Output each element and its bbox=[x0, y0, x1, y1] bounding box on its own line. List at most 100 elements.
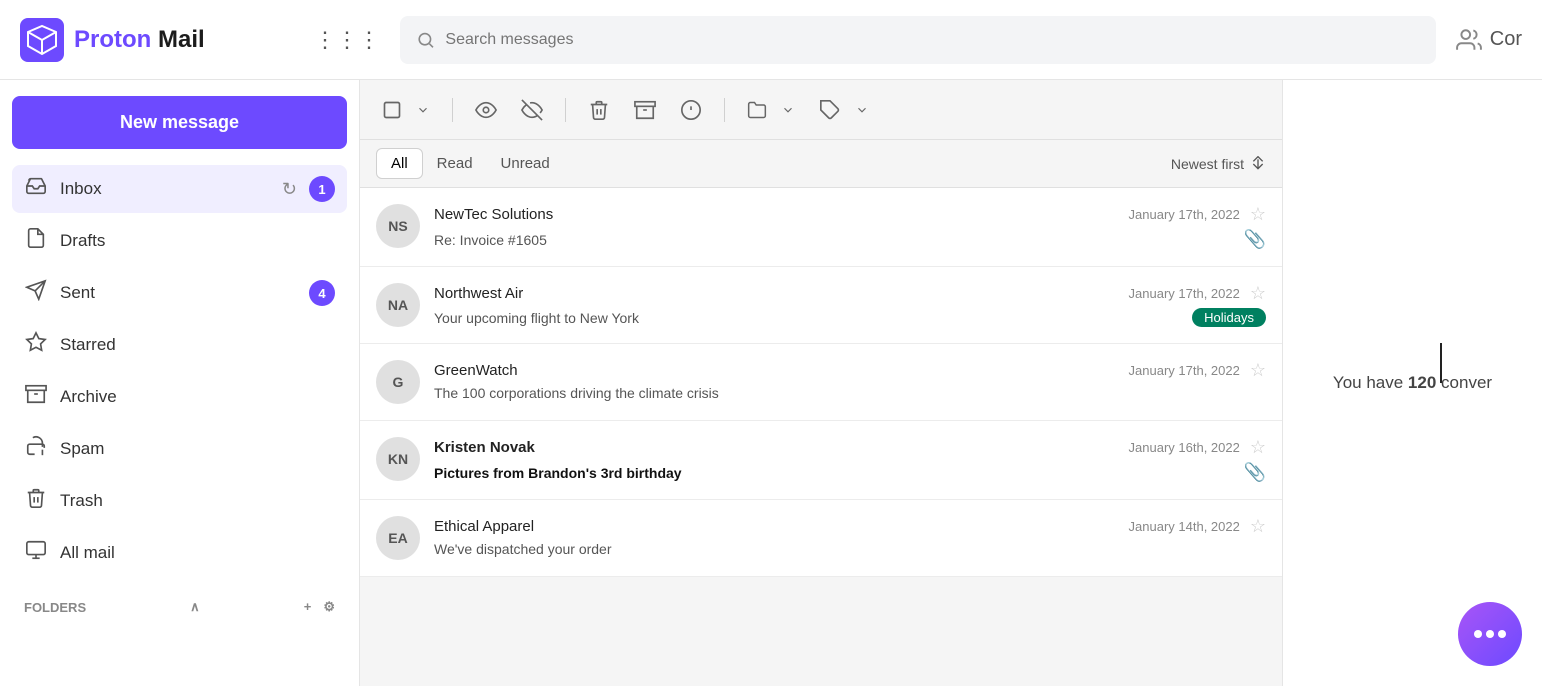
grid-menu-icon[interactable]: ⋮⋮⋮ bbox=[314, 27, 380, 53]
toolbar-sep-3 bbox=[724, 98, 725, 122]
drafts-label: Drafts bbox=[60, 231, 335, 251]
label-dropdown[interactable] bbox=[849, 97, 875, 123]
sidebar-item-starred[interactable]: Starred bbox=[12, 321, 347, 369]
attachment-icon: 📎 bbox=[1244, 462, 1266, 483]
sidebar-item-all-mail[interactable]: All mail bbox=[12, 529, 347, 577]
email-item[interactable]: G GreenWatch January 17th, 2022 ☆ The 10… bbox=[360, 344, 1282, 421]
email-date: January 17th, 2022 bbox=[1129, 363, 1240, 378]
move-folder-button[interactable] bbox=[741, 94, 773, 126]
email-header: Ethical Apparel January 14th, 2022 ☆ bbox=[434, 516, 1266, 537]
email-footer: We've dispatched your order bbox=[434, 541, 1266, 557]
email-meta: January 17th, 2022 ☆ bbox=[1129, 360, 1266, 381]
email-date: January 17th, 2022 bbox=[1129, 207, 1240, 222]
sidebar-item-inbox[interactable]: Inbox ↻ 1 bbox=[12, 165, 347, 213]
logo-text: Proton Mail bbox=[74, 26, 205, 54]
search-bar bbox=[400, 16, 1436, 64]
logo-area: Proton Mail ⋮⋮⋮ bbox=[20, 18, 380, 62]
add-folder-icon[interactable]: + bbox=[304, 599, 312, 615]
folders-label: FOLDERS bbox=[24, 600, 86, 615]
email-header: GreenWatch January 17th, 2022 ☆ bbox=[434, 360, 1266, 381]
label-button[interactable] bbox=[813, 93, 847, 127]
filter-bar: All Read Unread Newest first bbox=[360, 140, 1282, 188]
email-content: Kristen Novak January 16th, 2022 ☆ Pictu… bbox=[434, 437, 1266, 483]
email-content: Ethical Apparel January 14th, 2022 ☆ We'… bbox=[434, 516, 1266, 557]
contacts-icon bbox=[1456, 27, 1482, 53]
drafts-icon bbox=[24, 227, 48, 255]
filter-all[interactable]: All bbox=[376, 148, 423, 179]
sort-button[interactable]: Newest first bbox=[1171, 156, 1266, 172]
avatar: G bbox=[376, 360, 420, 404]
right-panel-text: You have 120 conver bbox=[1313, 353, 1512, 413]
email-subject: The 100 corporations driving the climate… bbox=[434, 385, 719, 401]
email-item[interactable]: NA Northwest Air January 17th, 2022 ☆ Yo… bbox=[360, 267, 1282, 344]
email-item[interactable]: NS NewTec Solutions January 17th, 2022 ☆… bbox=[360, 188, 1282, 267]
new-message-button[interactable]: New message bbox=[12, 96, 347, 149]
email-meta: January 16th, 2022 ☆ bbox=[1129, 437, 1266, 458]
email-item[interactable]: EA Ethical Apparel January 14th, 2022 ☆ … bbox=[360, 500, 1282, 577]
email-subject: Pictures from Brandon's 3rd birthday bbox=[434, 465, 682, 481]
email-sender: Ethical Apparel bbox=[434, 518, 534, 535]
star-icon[interactable]: ☆ bbox=[1250, 283, 1266, 304]
move-folder-dropdown[interactable] bbox=[775, 97, 801, 123]
star-icon[interactable]: ☆ bbox=[1250, 437, 1266, 458]
sidebar-item-trash[interactable]: Trash bbox=[12, 477, 347, 525]
email-subject: Your upcoming flight to New York bbox=[434, 310, 639, 326]
inbox-badge: 1 bbox=[309, 176, 335, 202]
sidebar-item-drafts[interactable]: Drafts bbox=[12, 217, 347, 265]
sent-icon bbox=[24, 279, 48, 307]
user-name: Cor bbox=[1490, 28, 1522, 51]
select-dropdown[interactable] bbox=[410, 97, 436, 123]
all-mail-icon bbox=[24, 539, 48, 567]
spam-label: Spam bbox=[60, 439, 335, 459]
avatar: NS bbox=[376, 204, 420, 248]
all-mail-label: All mail bbox=[60, 543, 335, 563]
chat-dot-3 bbox=[1498, 630, 1506, 638]
folders-chevron-icon: ∧ bbox=[190, 599, 200, 615]
avatar: EA bbox=[376, 516, 420, 560]
spam-button[interactable] bbox=[674, 93, 708, 127]
sent-label: Sent bbox=[60, 283, 297, 303]
search-input[interactable] bbox=[445, 31, 1419, 49]
email-sender: Kristen Novak bbox=[434, 439, 535, 456]
email-footer: Your upcoming flight to New York Holiday… bbox=[434, 308, 1266, 327]
email-date: January 14th, 2022 bbox=[1129, 519, 1240, 534]
conversation-text: conver bbox=[1441, 373, 1492, 392]
email-meta: January 17th, 2022 ☆ bbox=[1129, 283, 1266, 304]
mark-read-button[interactable] bbox=[469, 93, 503, 127]
email-sender: NewTec Solutions bbox=[434, 206, 553, 223]
select-checkbox[interactable] bbox=[376, 94, 408, 126]
archive-button[interactable] bbox=[628, 93, 662, 127]
email-header: Northwest Air January 17th, 2022 ☆ bbox=[434, 283, 1266, 304]
email-footer: Pictures from Brandon's 3rd birthday 📎 bbox=[434, 462, 1266, 483]
refresh-icon[interactable]: ↻ bbox=[282, 179, 297, 200]
chat-dot-2 bbox=[1486, 630, 1494, 638]
email-item[interactable]: KN Kristen Novak January 16th, 2022 ☆ Pi… bbox=[360, 421, 1282, 500]
email-date: January 16th, 2022 bbox=[1129, 440, 1240, 455]
sidebar-item-archive[interactable]: Archive bbox=[12, 373, 347, 421]
chat-dot-1 bbox=[1474, 630, 1482, 638]
chat-dots bbox=[1474, 630, 1506, 638]
sent-badge: 4 bbox=[309, 280, 335, 306]
proton-logo-icon bbox=[20, 18, 64, 62]
sidebar-item-sent[interactable]: Sent 4 bbox=[12, 269, 347, 317]
email-meta: January 14th, 2022 ☆ bbox=[1129, 516, 1266, 537]
star-icon[interactable]: ☆ bbox=[1250, 204, 1266, 225]
email-footer: The 100 corporations driving the climate… bbox=[434, 385, 1266, 401]
cursor-line bbox=[1440, 343, 1442, 383]
filter-read[interactable]: Read bbox=[423, 149, 487, 178]
folders-actions: + ⚙ bbox=[304, 599, 335, 615]
conversation-count: 120 bbox=[1408, 373, 1436, 392]
filter-unread[interactable]: Unread bbox=[487, 149, 564, 178]
archive-icon bbox=[24, 383, 48, 411]
star-icon[interactable]: ☆ bbox=[1250, 516, 1266, 537]
user-area[interactable]: Cor bbox=[1456, 27, 1522, 53]
delete-button[interactable] bbox=[582, 93, 616, 127]
email-content: NewTec Solutions January 17th, 2022 ☆ Re… bbox=[434, 204, 1266, 250]
chat-bubble[interactable] bbox=[1458, 602, 1522, 666]
email-footer: Re: Invoice #1605 📎 bbox=[434, 229, 1266, 250]
email-meta: January 17th, 2022 ☆ bbox=[1129, 204, 1266, 225]
settings-folder-icon[interactable]: ⚙ bbox=[323, 599, 335, 615]
sidebar-item-spam[interactable]: Spam bbox=[12, 425, 347, 473]
star-icon[interactable]: ☆ bbox=[1250, 360, 1266, 381]
mark-unread-button[interactable] bbox=[515, 93, 549, 127]
